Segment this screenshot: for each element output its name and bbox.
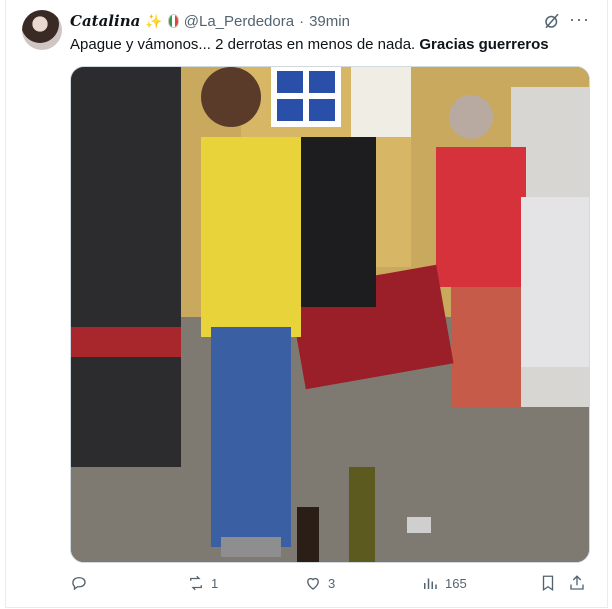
- separator-dot: ·: [299, 12, 305, 30]
- tweet-text-bold: Gracias guerreros: [419, 36, 549, 53]
- timestamp[interactable]: 39min: [309, 13, 350, 30]
- bookmark-icon: [542, 575, 554, 592]
- views-count: 165: [445, 575, 467, 591]
- tweet-header: Catalina ✨ @La_Perdedora · 39min: [70, 11, 350, 31]
- avatar[interactable]: [22, 10, 62, 50]
- retweet-button[interactable]: 1: [187, 571, 218, 595]
- retweet-icon: [190, 575, 202, 591]
- handle[interactable]: @La_Perdedora: [184, 13, 294, 30]
- share-button[interactable]: [568, 571, 586, 595]
- like-count: 3: [328, 575, 336, 591]
- tweet-actions: 1 3 165: [70, 571, 590, 595]
- share-icon: [570, 575, 584, 590]
- balloon-icon: [167, 14, 179, 28]
- reply-icon: [72, 577, 86, 591]
- more-icon[interactable]: ···: [569, 9, 590, 30]
- like-button[interactable]: 3: [304, 571, 335, 595]
- sparkles-emoji: ✨: [145, 12, 163, 29]
- grok-icon[interactable]: [543, 12, 561, 30]
- heart-icon: [307, 577, 319, 590]
- views-icon: [424, 578, 437, 589]
- display-name[interactable]: Catalina: [70, 12, 140, 30]
- retweet-count: 1: [211, 575, 219, 591]
- bookmark-button[interactable]: [539, 571, 557, 595]
- reply-button[interactable]: [70, 571, 94, 595]
- tweet-text: Apague y vámonos... 2 derrotas en menos …: [70, 35, 590, 55]
- views-button[interactable]: 165: [421, 571, 467, 595]
- tweet-photo[interactable]: [70, 66, 590, 563]
- photo-scene: [71, 67, 589, 562]
- tweet-text-normal: Apague y vámonos... 2 derrotas en menos …: [70, 36, 420, 53]
